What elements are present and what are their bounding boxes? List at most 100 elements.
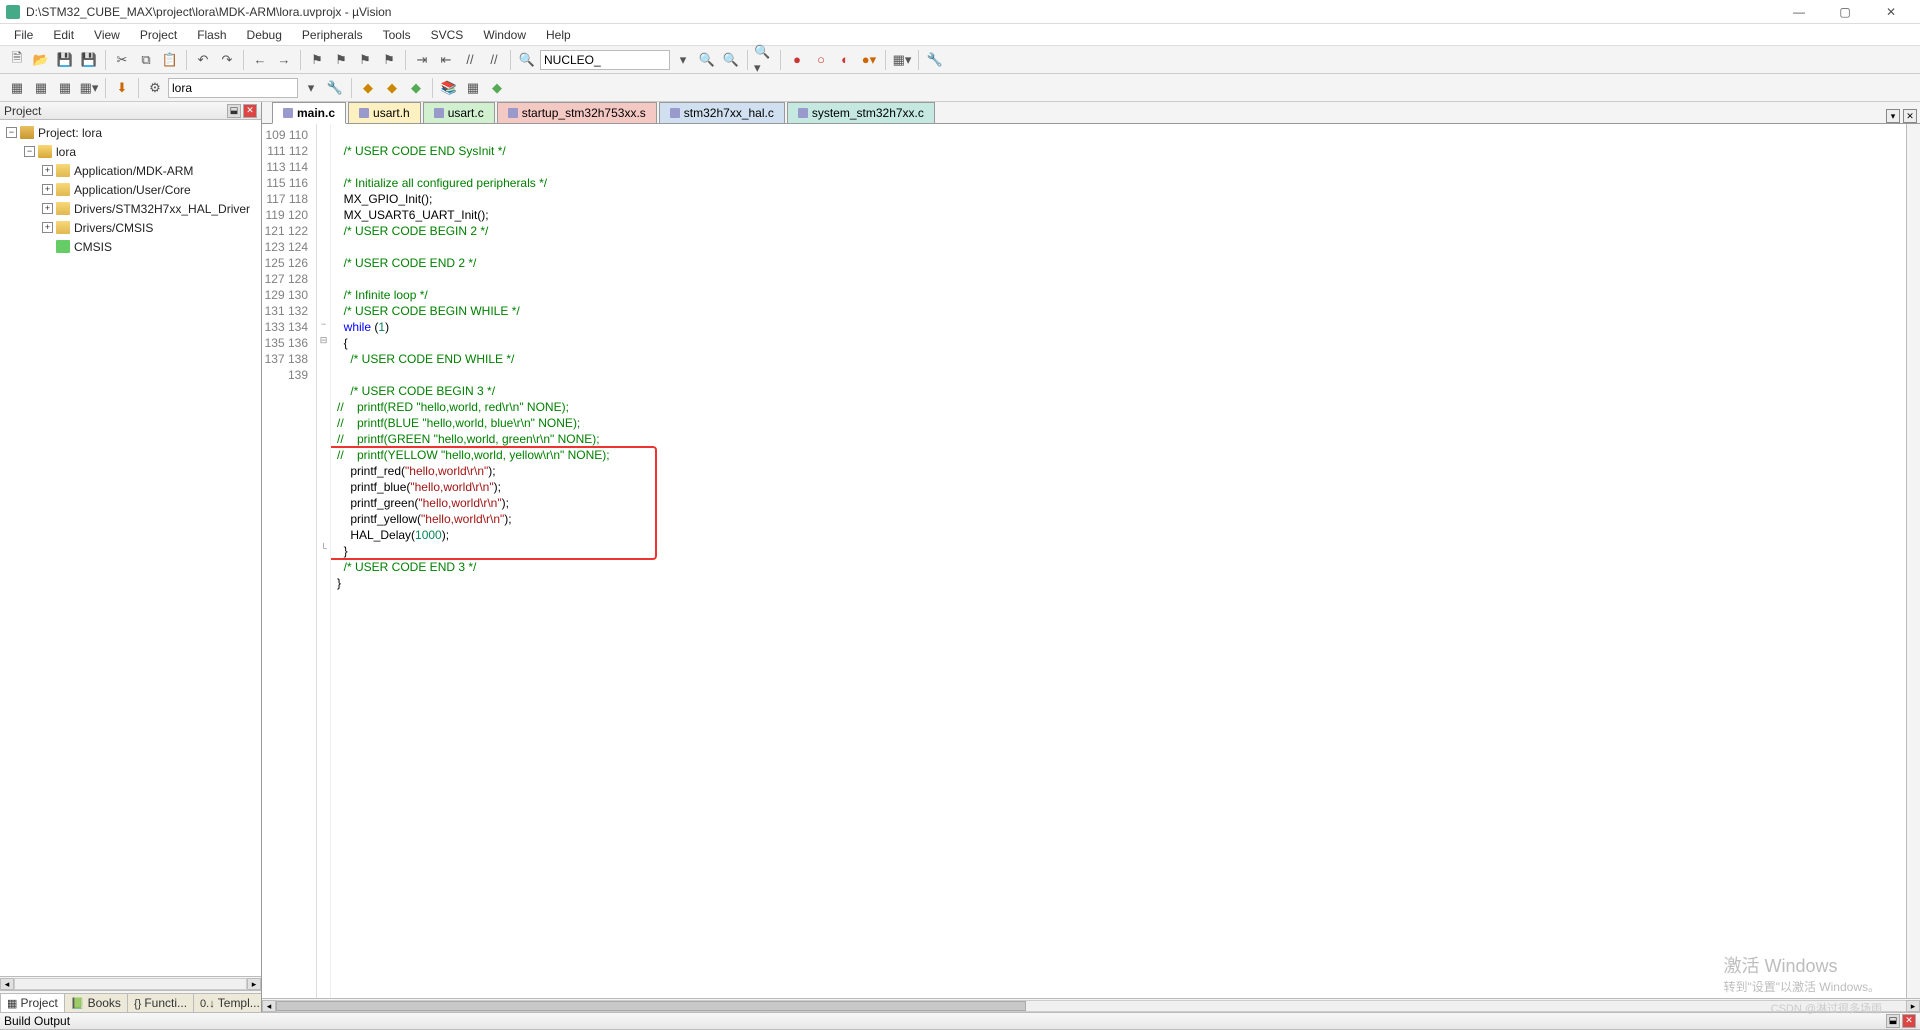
build-output-header: Build Output ⬓ ✕	[0, 1012, 1920, 1030]
tab-dropdown-icon[interactable]: ▾	[1886, 109, 1900, 123]
menu-view[interactable]: View	[84, 26, 130, 44]
pack-installer-icon[interactable]: ◆	[405, 77, 427, 99]
configure-icon[interactable]: 🔧	[924, 49, 946, 71]
tab-functions[interactable]: {} Functi...	[127, 993, 194, 1012]
tab-close-icon[interactable]: ✕	[1903, 109, 1917, 123]
menu-project[interactable]: Project	[130, 26, 187, 44]
code-content[interactable]: /* USER CODE END SysInit */ /* Initializ…	[331, 124, 1920, 998]
breakpoint-kill-icon[interactable]: ◐	[834, 49, 856, 71]
editor-hscroll[interactable]: ◂ ▸	[262, 998, 1920, 1012]
comment-icon[interactable]: //	[459, 49, 481, 71]
tree-folder-mdkarm[interactable]: +Application/MDK-ARM	[0, 161, 261, 180]
editor-area: main.c usart.h usart.c startup_stm32h753…	[262, 102, 1920, 1012]
menu-peripherals[interactable]: Peripherals	[292, 26, 373, 44]
hscroll-left-icon[interactable]: ◂	[262, 1000, 276, 1012]
open-file-icon[interactable]: 📂	[30, 49, 52, 71]
menu-tools[interactable]: Tools	[373, 26, 421, 44]
scroll-left-icon[interactable]: ◂	[0, 978, 14, 990]
download-icon[interactable]: ⬇	[111, 77, 133, 99]
bookmark-clear-icon[interactable]: ⚑	[378, 49, 400, 71]
select-packs-icon[interactable]: ◆	[381, 77, 403, 99]
redo-icon[interactable]: ↷	[216, 49, 238, 71]
file-tab-usart-h[interactable]: usart.h	[348, 102, 421, 123]
menu-file[interactable]: File	[4, 26, 43, 44]
debug-start-icon[interactable]: 🔍▾	[753, 49, 775, 71]
tab-templates[interactable]: 0.↓ Templ...	[193, 993, 261, 1012]
copy-icon[interactable]: ⧉	[135, 49, 157, 71]
menu-window[interactable]: Window	[473, 26, 536, 44]
breakpoint-red-icon[interactable]: ●	[786, 49, 808, 71]
menu-svcs[interactable]: SVCS	[421, 26, 474, 44]
options-icon[interactable]: 🔧	[324, 77, 346, 99]
output-close-icon[interactable]: ✕	[1902, 1014, 1916, 1028]
hscroll-thumb[interactable]	[276, 1001, 1026, 1011]
project-hscroll[interactable]: ◂ ▸	[0, 976, 261, 990]
code-editor[interactable]: 109 110 111 112 113 114 115 116 117 118 …	[262, 124, 1920, 998]
file-tab-system[interactable]: system_stm32h7xx.c	[787, 102, 935, 123]
nav-back-icon[interactable]: ←	[249, 49, 271, 71]
undo-icon[interactable]: ↶	[192, 49, 214, 71]
tree-cmsis-component[interactable]: CMSIS	[0, 237, 261, 256]
translate-icon[interactable]: ▦	[6, 77, 28, 99]
window-layout-icon[interactable]: ▦▾	[891, 49, 913, 71]
save-all-icon[interactable]: 💾	[78, 49, 100, 71]
outdent-icon[interactable]: ⇤	[435, 49, 457, 71]
project-panel: Project ⬓ ✕ −Project: lora −lora +Applic…	[0, 102, 262, 1012]
breakpoint-window-icon[interactable]: ●▾	[858, 49, 880, 71]
window-title: D:\STM32_CUBE_MAX\project\lora\MDK-ARM\l…	[26, 5, 1776, 19]
tab-books[interactable]: 📗 Books	[64, 993, 128, 1012]
cut-icon[interactable]: ✂	[111, 49, 133, 71]
manage-rtenv-icon[interactable]: ◆	[357, 77, 379, 99]
bookmark-next-icon[interactable]: ⚑	[354, 49, 376, 71]
find-in-files-icon[interactable]: 🔍	[696, 49, 718, 71]
tree-project-root[interactable]: −Project: lora	[0, 123, 261, 142]
nav-fwd-icon[interactable]: →	[273, 49, 295, 71]
panel-close-icon[interactable]: ✕	[243, 104, 257, 118]
new-file-icon[interactable]: 🗎	[6, 49, 28, 71]
find-dropdown-icon[interactable]: ▾	[672, 49, 694, 71]
maximize-button[interactable]: ▢	[1822, 1, 1868, 23]
tree-target[interactable]: −lora	[0, 142, 261, 161]
hscroll-right-icon[interactable]: ▸	[1906, 1000, 1920, 1012]
rebuild-icon[interactable]: ▦	[54, 77, 76, 99]
bookmark-prev-icon[interactable]: ⚑	[330, 49, 352, 71]
close-button[interactable]: ✕	[1868, 1, 1914, 23]
output-pin-icon[interactable]: ⬓	[1886, 1014, 1900, 1028]
find-icon[interactable]: 🔍	[516, 49, 538, 71]
save-icon[interactable]: 💾	[54, 49, 76, 71]
git-icon[interactable]: ◆	[486, 77, 508, 99]
fold-margin[interactable]: −⊟└	[317, 124, 331, 998]
file-tab-main[interactable]: main.c	[272, 102, 346, 124]
target-select[interactable]	[168, 78, 298, 98]
books-icon[interactable]: 📚	[438, 77, 460, 99]
tree-folder-usercore[interactable]: +Application/User/Core	[0, 180, 261, 199]
project-tree[interactable]: −Project: lora −lora +Application/MDK-AR…	[0, 120, 261, 976]
bookmark-icon[interactable]: ⚑	[306, 49, 328, 71]
tree-folder-haldriver[interactable]: +Drivers/STM32H7xx_HAL_Driver	[0, 199, 261, 218]
indent-icon[interactable]: ⇥	[411, 49, 433, 71]
manage-icon[interactable]: ▦	[462, 77, 484, 99]
panel-pin-icon[interactable]: ⬓	[227, 104, 241, 118]
tab-project[interactable]: ▦ Project	[0, 993, 65, 1012]
menu-help[interactable]: Help	[536, 26, 581, 44]
uncomment-icon[interactable]: //	[483, 49, 505, 71]
menu-edit[interactable]: Edit	[43, 26, 84, 44]
minimize-button[interactable]: —	[1776, 1, 1822, 23]
menu-flash[interactable]: Flash	[187, 26, 236, 44]
paste-icon[interactable]: 📋	[159, 49, 181, 71]
scroll-track[interactable]	[14, 978, 247, 990]
editor-vscroll[interactable]	[1906, 124, 1920, 998]
find-input[interactable]	[540, 50, 670, 70]
target-options-icon[interactable]: ⚙	[144, 77, 166, 99]
incremental-find-icon[interactable]: 🔍	[720, 49, 742, 71]
file-tab-startup[interactable]: startup_stm32h753xx.s	[497, 102, 657, 123]
scroll-right-icon[interactable]: ▸	[247, 978, 261, 990]
menu-debug[interactable]: Debug	[237, 26, 292, 44]
file-tab-hal[interactable]: stm32h7xx_hal.c	[659, 102, 785, 123]
file-tab-usart-c[interactable]: usart.c	[423, 102, 495, 123]
tree-folder-cmsis[interactable]: +Drivers/CMSIS	[0, 218, 261, 237]
breakpoint-disable-icon[interactable]: ○	[810, 49, 832, 71]
build-icon[interactable]: ▦	[30, 77, 52, 99]
batch-build-icon[interactable]: ▦▾	[78, 77, 100, 99]
target-dropdown-icon[interactable]: ▾	[300, 77, 322, 99]
